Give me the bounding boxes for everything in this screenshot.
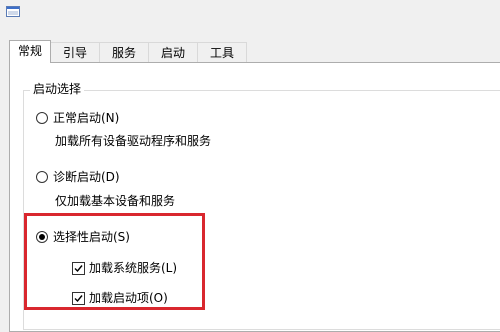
diagnostic-startup-desc: 仅加载基本设备和服务 <box>55 194 176 208</box>
tab-boot-label: 引导 <box>62 46 87 60</box>
tab-general-label: 常规 <box>17 44 42 58</box>
normal-startup-desc: 加载所有设备驱动程序和服务 <box>55 134 212 148</box>
diagnostic-startup-label: 诊断启动(D) <box>53 170 120 184</box>
radio-unchecked-icon <box>36 171 48 183</box>
diagnostic-startup-radio[interactable]: 诊断启动(D) <box>36 170 120 184</box>
app-window-icon <box>6 6 20 18</box>
tab-bar: 常规 引导 服务 启动 工具 <box>9 40 500 63</box>
radio-unchecked-icon <box>36 112 48 124</box>
highlight-box <box>24 213 205 310</box>
tab-startup[interactable]: 启动 <box>148 42 198 62</box>
tab-startup-label: 启动 <box>160 46 185 60</box>
tab-boot[interactable]: 引导 <box>50 42 100 62</box>
normal-startup-radio[interactable]: 正常启动(N) <box>36 111 119 125</box>
tab-general[interactable]: 常规 <box>9 40 51 63</box>
tab-tools[interactable]: 工具 <box>197 42 247 62</box>
normal-startup-label: 正常启动(N) <box>53 111 120 125</box>
startup-selection-title: 启动选择 <box>30 82 85 96</box>
tab-services-label: 服务 <box>111 46 136 60</box>
tab-tools-label: 工具 <box>209 46 234 60</box>
tab-services[interactable]: 服务 <box>99 42 149 62</box>
